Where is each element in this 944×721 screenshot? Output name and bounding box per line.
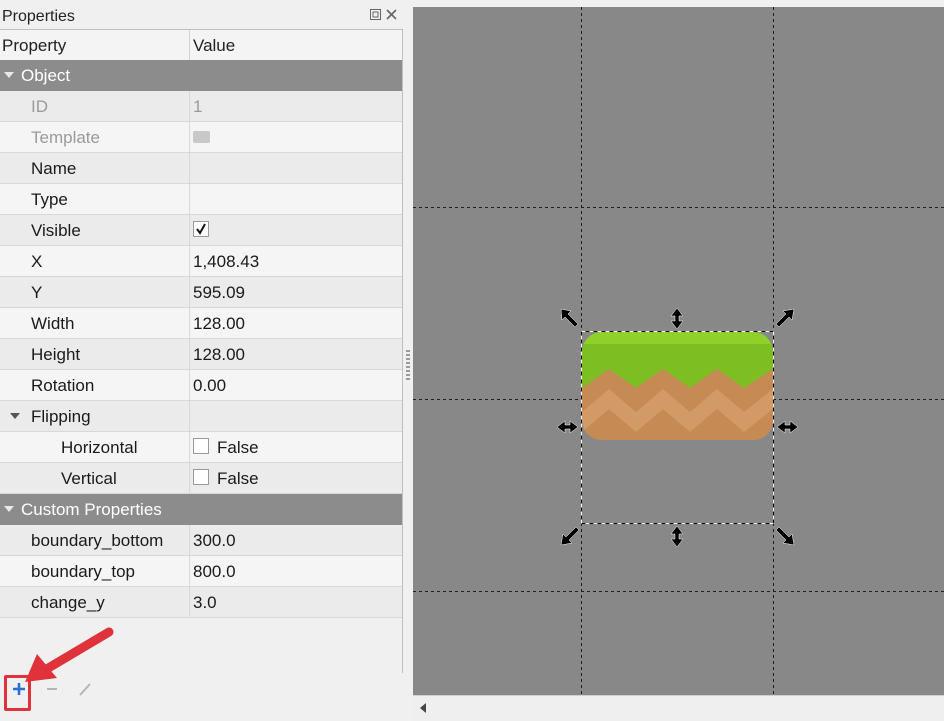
- cell-divider: [189, 184, 190, 214]
- property-row-vertical[interactable]: Vertical False: [0, 463, 402, 494]
- minus-icon: [47, 688, 57, 690]
- property-label: Width: [31, 314, 75, 333]
- property-value[interactable]: 1,408.43: [193, 246, 259, 276]
- property-value: 1: [193, 97, 203, 116]
- property-row-width[interactable]: Width 128.00: [0, 308, 402, 339]
- property-value[interactable]: 800.0: [193, 556, 236, 586]
- property-label: ID: [31, 97, 48, 116]
- property-label: Type: [31, 190, 68, 209]
- cell-divider: [189, 277, 190, 307]
- property-value[interactable]: 3.0: [193, 587, 217, 617]
- map-canvas[interactable]: [413, 7, 944, 695]
- resize-handle-s[interactable]: [670, 525, 684, 548]
- property-row-boundary-bottom[interactable]: boundary_bottom 300.0: [0, 525, 402, 556]
- cell-divider: [189, 246, 190, 276]
- property-row-change-y[interactable]: change_y 3.0: [0, 587, 402, 618]
- property-label: boundary_bottom: [31, 531, 164, 550]
- group-label: Object: [21, 66, 71, 85]
- resize-handle-n[interactable]: [670, 307, 684, 330]
- scroll-left-arrow-icon[interactable]: [418, 702, 430, 714]
- resize-handle-se[interactable]: [775, 526, 795, 546]
- expand-triangle-icon[interactable]: [4, 72, 14, 78]
- panel-window-buttons: [369, 8, 397, 20]
- checkmark-icon: [196, 223, 206, 235]
- property-value[interactable]: 128.00: [193, 339, 245, 369]
- column-header-value[interactable]: Value: [193, 30, 235, 60]
- cell-divider: [189, 215, 190, 245]
- property-value: False: [217, 469, 259, 488]
- column-divider: [189, 30, 190, 60]
- annotation-arrow: [25, 627, 114, 682]
- cell-divider: [189, 587, 190, 617]
- property-row-horizontal[interactable]: Horizontal False: [0, 432, 402, 463]
- cell-divider: [189, 525, 190, 555]
- resize-handle-nw[interactable]: [560, 308, 579, 328]
- horizontal-scrollbar[interactable]: [413, 695, 944, 721]
- cell-divider: [189, 339, 190, 369]
- cell-divider: [189, 556, 190, 586]
- property-label: Visible: [31, 221, 81, 240]
- float-icon[interactable]: [369, 8, 381, 20]
- property-row-name[interactable]: Name: [0, 153, 402, 184]
- property-row-boundary-top[interactable]: boundary_top 800.0: [0, 556, 402, 587]
- resize-handle-e[interactable]: [776, 420, 799, 434]
- splitter-grip-icon[interactable]: [406, 350, 410, 380]
- property-row-flipping[interactable]: Flipping: [0, 401, 402, 432]
- property-label: Template: [31, 128, 100, 147]
- cell-divider: [189, 308, 190, 338]
- resize-handle-sw[interactable]: [560, 526, 580, 546]
- property-label: Vertical: [61, 469, 117, 488]
- expand-triangle-icon[interactable]: [4, 506, 14, 512]
- property-label: X: [31, 252, 43, 271]
- property-label: Y: [31, 283, 43, 302]
- group-custom-properties[interactable]: Custom Properties: [0, 494, 402, 525]
- property-value[interactable]: 128.00: [193, 308, 245, 338]
- expand-triangle-icon[interactable]: [10, 413, 20, 419]
- canvas-scene: [413, 7, 944, 695]
- properties-panel: Properties Property Value Object ID 1 Te…: [0, 0, 404, 720]
- grass-tile-object[interactable]: [582, 332, 773, 440]
- property-label: boundary_top: [31, 562, 135, 581]
- property-row-rotation[interactable]: Rotation 0.00: [0, 370, 402, 401]
- group-label: Custom Properties: [21, 500, 162, 519]
- column-header-property[interactable]: Property: [2, 30, 66, 60]
- property-row-template[interactable]: Template: [0, 122, 402, 153]
- property-value[interactable]: 595.09: [193, 277, 245, 307]
- property-row-id[interactable]: ID 1: [0, 91, 402, 122]
- property-label: Flipping: [31, 407, 91, 426]
- property-value[interactable]: 300.0: [193, 525, 236, 555]
- property-row-type[interactable]: Type: [0, 184, 402, 215]
- cell-divider: [189, 91, 190, 121]
- template-icon: [193, 131, 210, 143]
- panel-title: Properties: [2, 8, 75, 25]
- property-label: change_y: [31, 593, 105, 612]
- property-row-visible[interactable]: Visible: [0, 215, 402, 246]
- group-object[interactable]: Object: [0, 60, 402, 91]
- table-header: Property Value: [0, 30, 402, 61]
- visible-checkbox[interactable]: [193, 221, 209, 237]
- property-label: Height: [31, 345, 81, 364]
- property-label: Horizontal: [61, 438, 138, 457]
- cell-divider: [189, 370, 190, 400]
- horizontal-checkbox[interactable]: [193, 438, 209, 454]
- property-value: False: [217, 438, 259, 457]
- resize-handle-w[interactable]: [556, 420, 579, 434]
- resize-handle-ne[interactable]: [775, 308, 795, 328]
- cell-divider: [189, 432, 190, 462]
- property-row-x[interactable]: X 1,408.43: [0, 246, 402, 277]
- property-value[interactable]: 0.00: [193, 370, 226, 400]
- property-row-height[interactable]: Height 128.00: [0, 339, 402, 370]
- cell-divider: [189, 401, 190, 431]
- property-row-y[interactable]: Y 595.09: [0, 277, 402, 308]
- property-table: Property Value Object ID 1 Template Name…: [0, 29, 403, 675]
- cell-divider: [189, 463, 190, 493]
- cell-divider: [189, 153, 190, 183]
- cell-divider: [189, 122, 190, 152]
- vertical-checkbox[interactable]: [193, 469, 209, 485]
- close-icon[interactable]: [385, 8, 397, 20]
- property-label: Rotation: [31, 376, 95, 395]
- property-label: Name: [31, 159, 77, 178]
